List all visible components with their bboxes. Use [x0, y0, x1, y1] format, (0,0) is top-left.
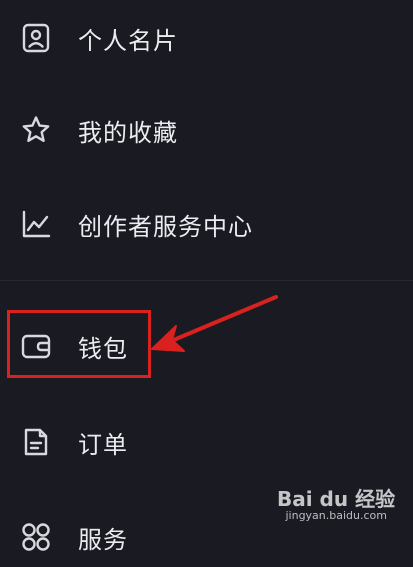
menu-item-label: 我的收藏	[78, 118, 178, 147]
highlight-box	[7, 310, 151, 378]
menu-item-orders[interactable]: 订单	[0, 412, 413, 472]
document-icon	[19, 425, 53, 459]
menu-item-creator-center[interactable]: 创作者服务中心	[0, 194, 413, 254]
watermark-logo: Bai du 经验	[277, 487, 396, 511]
menu-item-label: 订单	[78, 430, 128, 459]
id-card-icon	[19, 21, 53, 55]
menu-item-label: 服务	[78, 525, 128, 554]
watermark-url: jingyan.baidu.com	[285, 509, 387, 522]
menu-divider	[0, 280, 413, 281]
menu-item-business-card[interactable]: 个人名片	[0, 8, 413, 68]
star-icon	[19, 113, 53, 147]
side-menu: 个人名片 我的收藏 创作者服务中心 钱包 订单 服务	[0, 0, 413, 554]
services-icon	[19, 520, 53, 554]
line-chart-icon	[19, 207, 53, 241]
menu-item-label: 创作者服务中心	[78, 212, 253, 241]
menu-item-label: 个人名片	[78, 26, 178, 55]
menu-item-favorites[interactable]: 我的收藏	[0, 100, 413, 160]
watermark: Bai du 经验 jingyan.baidu.com	[277, 483, 396, 523]
